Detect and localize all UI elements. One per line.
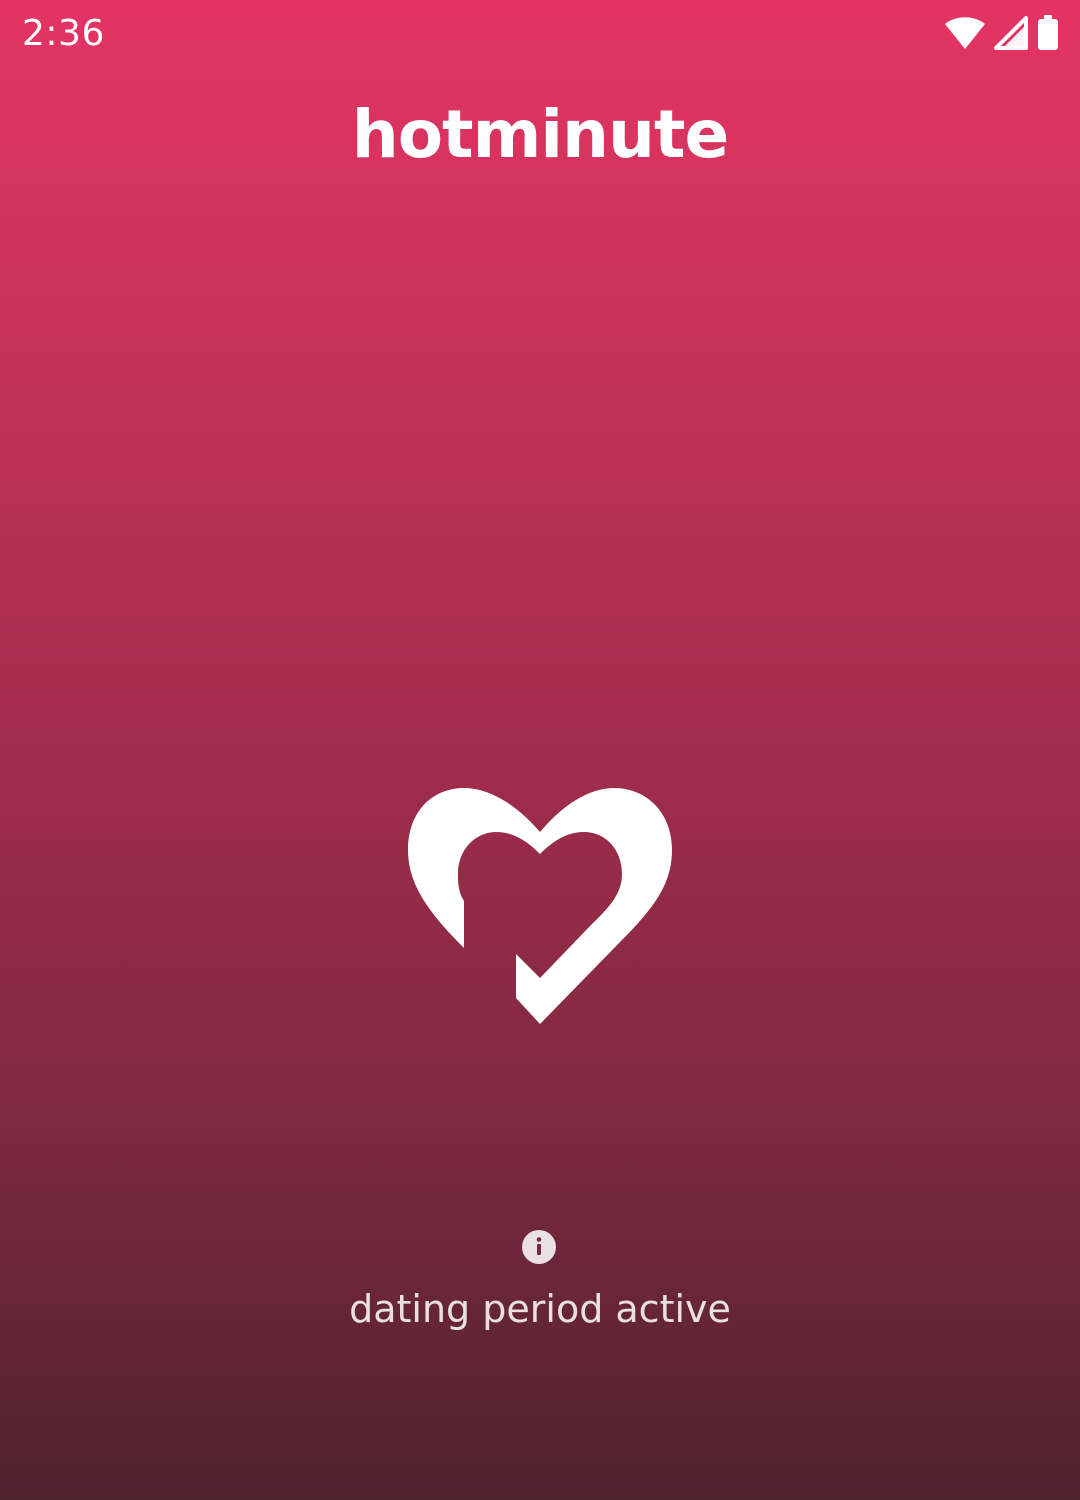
info-icon[interactable] — [522, 1230, 556, 1264]
app-title: hotminute — [351, 96, 730, 173]
heart-check-logo — [408, 788, 672, 1024]
cellular-signal-icon — [994, 16, 1028, 50]
status-time: 2:36 — [22, 13, 105, 54]
status-bar: 2:36 — [0, 0, 1080, 70]
wifi-icon — [945, 17, 985, 49]
battery-icon — [1038, 15, 1058, 50]
dating-status-text: dating period active — [349, 1287, 731, 1331]
status-icons — [944, 14, 1060, 52]
